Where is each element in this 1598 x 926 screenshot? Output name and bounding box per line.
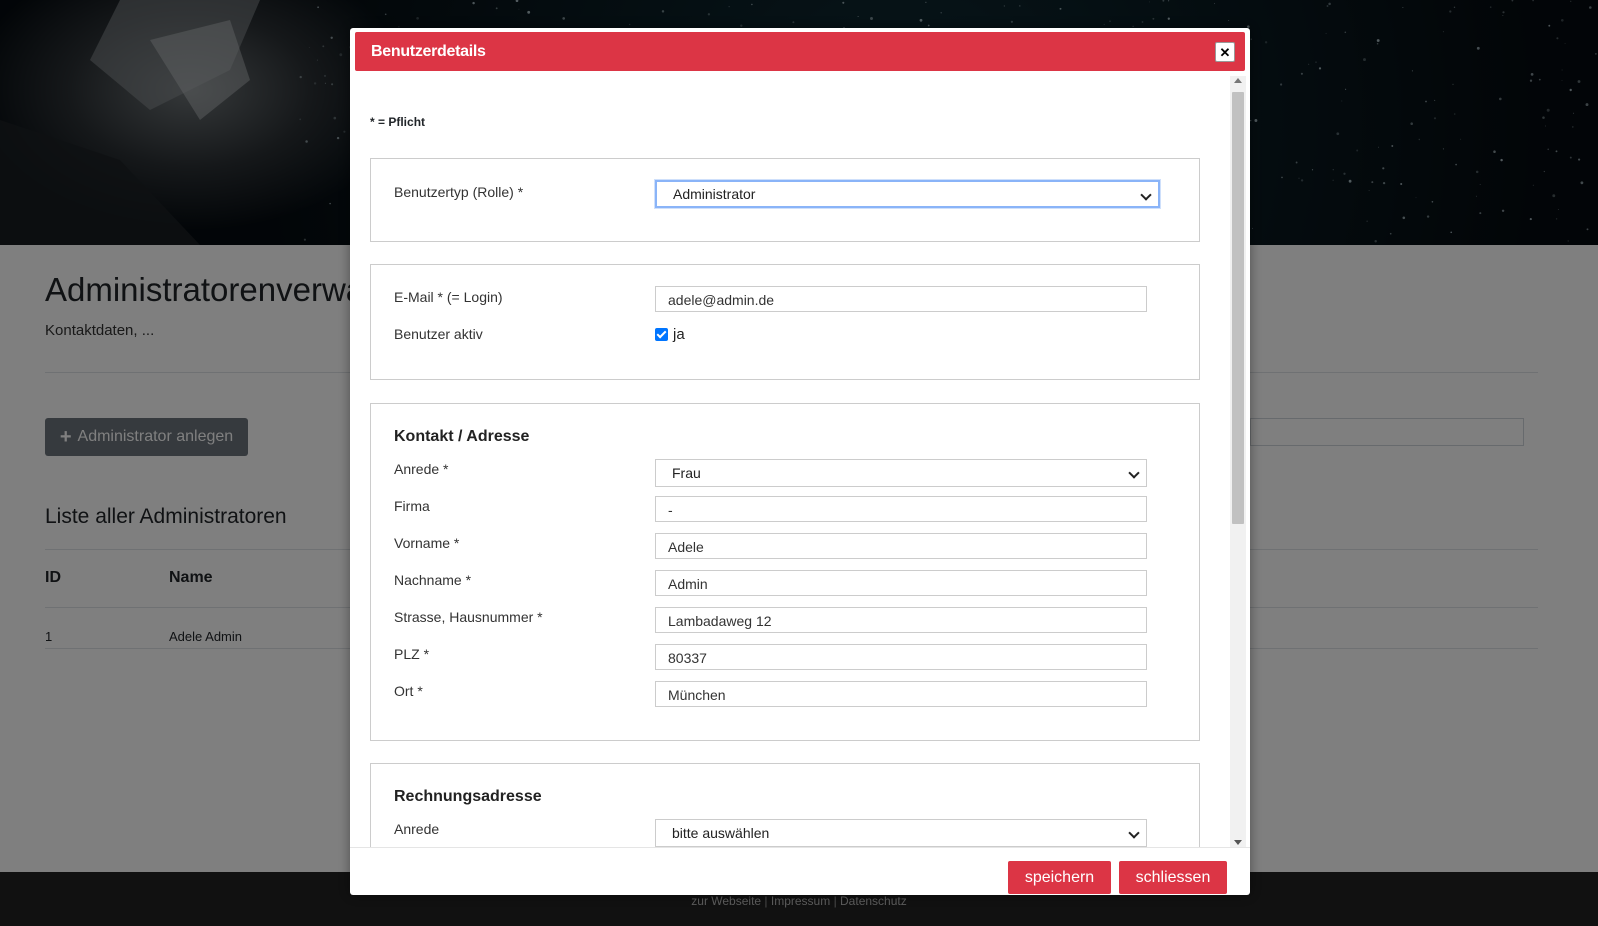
close-button[interactable]: schliessen	[1119, 861, 1227, 894]
modal-body: * = Pflicht Benutzertyp (Rolle) * Admini…	[350, 76, 1230, 847]
zip-label: PLZ *	[394, 646, 430, 662]
modal-footer: speichern schliessen	[350, 847, 1250, 896]
zip-field[interactable]: 80337	[655, 644, 1147, 670]
scroll-down-arrow-icon[interactable]	[1234, 840, 1242, 845]
role-select-value: Administrator	[673, 186, 756, 202]
salutation-select[interactable]: Frau	[655, 459, 1147, 487]
firstname-label: Vorname *	[394, 535, 460, 551]
billing-section: Rechnungsadresse Anrede bitte auswählen	[370, 763, 1200, 847]
street-label: Strasse, Hausnummer *	[394, 609, 543, 625]
chevron-down-icon	[1128, 467, 1140, 479]
modal-scrollbar[interactable]	[1230, 76, 1246, 847]
role-select[interactable]: Administrator	[655, 180, 1160, 208]
billing-salutation-label: Anrede	[394, 821, 440, 837]
scroll-up-arrow-icon[interactable]	[1234, 78, 1242, 83]
role-section: Benutzertyp (Rolle) * Administrator	[370, 158, 1200, 242]
save-button[interactable]: speichern	[1008, 861, 1111, 894]
email-label: E-Mail * (= Login)	[394, 289, 503, 305]
active-option-label[interactable]: ja	[673, 326, 685, 343]
street-field[interactable]: Lambadaweg 12	[655, 607, 1147, 633]
contact-section: Kontakt / Adresse Anrede * Frau Firma - …	[370, 403, 1200, 741]
modal-title: Benutzerdetails	[371, 43, 486, 60]
billing-heading: Rechnungsadresse	[394, 788, 542, 805]
required-note: * = Pflicht	[370, 115, 426, 129]
billing-salutation-select[interactable]: bitte auswählen	[655, 819, 1147, 847]
chevron-down-icon	[1140, 189, 1152, 201]
active-checkbox[interactable]	[655, 328, 668, 341]
lastname-field[interactable]: Admin	[655, 570, 1147, 596]
company-field[interactable]: -	[655, 496, 1147, 522]
city-label: Ort *	[394, 683, 423, 699]
contact-heading: Kontakt / Adresse	[394, 428, 530, 445]
salutation-select-value: Frau	[672, 465, 701, 481]
modal-header: Benutzerdetails ✕	[355, 32, 1245, 71]
close-icon[interactable]: ✕	[1215, 42, 1235, 62]
lastname-label: Nachname *	[394, 572, 472, 588]
email-field[interactable]: adele@admin.de	[655, 286, 1147, 312]
chevron-down-icon	[1128, 827, 1140, 839]
salutation-label: Anrede *	[394, 461, 449, 477]
account-section: E-Mail * (= Login) adele@admin.de Benutz…	[370, 264, 1200, 380]
scrollbar-thumb[interactable]	[1232, 92, 1244, 524]
firstname-field[interactable]: Adele	[655, 533, 1147, 559]
role-label: Benutzertyp (Rolle) *	[394, 184, 524, 200]
city-field[interactable]: München	[655, 681, 1147, 707]
user-details-modal: Benutzerdetails ✕ * = Pflicht Benutzerty…	[350, 28, 1250, 895]
company-label: Firma	[394, 498, 430, 514]
billing-salutation-value: bitte auswählen	[672, 825, 770, 841]
active-label: Benutzer aktiv	[394, 326, 483, 342]
